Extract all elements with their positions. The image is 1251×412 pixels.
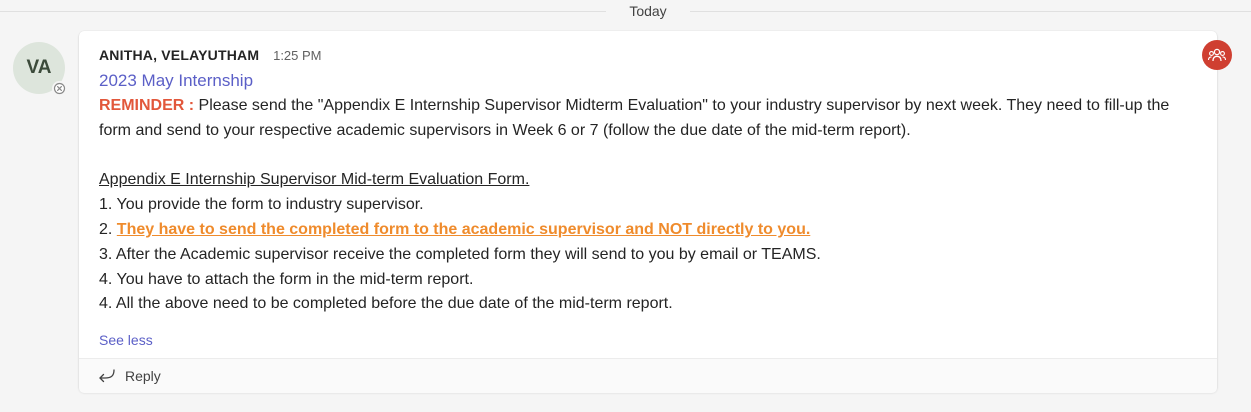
step-4: 4. You have to attach the form in the mi… xyxy=(99,268,1194,293)
presence-status-icon xyxy=(52,81,67,96)
form-title-line: Appendix E Internship Supervisor Mid-ter… xyxy=(99,168,1194,193)
message-header: ANITHA, VELAYUTHAM 1:25 PM xyxy=(99,46,322,65)
step-prefix: 4. xyxy=(99,295,116,313)
step-text: You provide the form to industry supervi… xyxy=(116,196,424,214)
reminder-text: Please send the "Appendix E Internship S… xyxy=(99,97,1170,139)
reminder-label: REMINDER : xyxy=(99,97,195,114)
step-2: 2. They have to send the completed form … xyxy=(99,218,1194,243)
reply-arrow-icon xyxy=(99,369,115,383)
message-card[interactable]: ANITHA, VELAYUTHAM 1:25 PM 2023 May Inte… xyxy=(79,31,1217,393)
step-prefix: 3. xyxy=(99,245,116,263)
step-text: After the Academic supervisor receive th… xyxy=(115,245,821,263)
step-prefix: 4. xyxy=(99,270,117,288)
team-people-icon[interactable] xyxy=(1202,40,1232,70)
message-timestamp: 1:25 PM xyxy=(273,48,322,63)
message-body: REMINDER : Please send the "Appendix E I… xyxy=(99,94,1194,317)
step-prefix: 1. xyxy=(99,196,117,214)
reminder-paragraph: REMINDER : Please send the "Appendix E I… xyxy=(99,94,1194,144)
message-footer: Reply xyxy=(79,358,1217,393)
step-text: You have to attach the form in the mid-t… xyxy=(116,270,474,288)
step-5: 4. All the above need to be completed be… xyxy=(99,292,1194,317)
see-less-link[interactable]: See less xyxy=(99,331,153,349)
step-3: 3. After the Academic supervisor receive… xyxy=(99,243,1194,268)
chat-pane: Today VA ANITHA, VELAYUTHAM 1:25 PM 2023… xyxy=(0,0,1251,412)
date-divider-label: Today xyxy=(606,2,690,20)
step-prefix: 2. xyxy=(99,220,117,238)
form-title: Appendix E Internship Supervisor Mid-ter… xyxy=(99,171,530,189)
author-name: ANITHA, VELAYUTHAM xyxy=(99,47,260,63)
message-subject: 2023 May Internship xyxy=(99,71,254,90)
step-1: 1. You provide the form to industry supe… xyxy=(99,193,1194,218)
step-text: All the above need to be completed befor… xyxy=(115,295,673,313)
step-text-highlighted: They have to send the completed form to … xyxy=(116,220,811,238)
reply-label: Reply xyxy=(125,368,161,384)
reply-button[interactable]: Reply xyxy=(97,367,161,385)
